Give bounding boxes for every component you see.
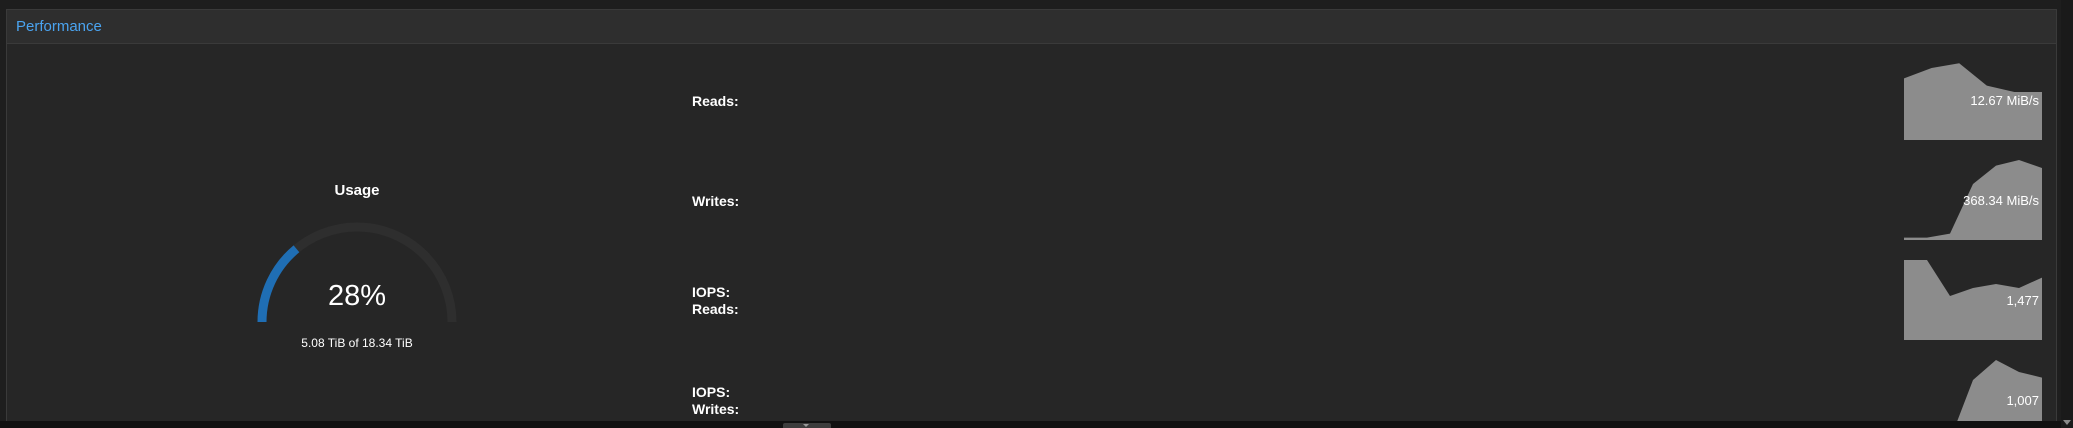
panel-title[interactable]: Performance: [16, 18, 102, 35]
usage-percent: 28%: [327, 280, 387, 312]
chevron-down-icon: [803, 424, 809, 427]
sparkline-writes: 368.34 MiB/s: [1904, 160, 2042, 240]
metric-label-writes: Writes:: [692, 193, 739, 210]
usage-gauge: Usage 28% 5.08 TiB of 18.34 TiB: [237, 170, 477, 370]
metric-label-line: IOPS:: [692, 284, 731, 300]
metric-label-line: IOPS:: [692, 384, 731, 400]
metric-label-line: Reads:: [692, 93, 739, 109]
vertical-scrollbar[interactable]: [2061, 0, 2073, 428]
metric-label-line: Writes:: [692, 193, 740, 209]
metric-value-reads: 12.67 MiB/s: [1970, 93, 2039, 108]
usage-gauge-arc: [257, 222, 457, 323]
sparkline-iops-reads: 1,477: [1904, 260, 2042, 340]
sparkline-reads: 12.67 MiB/s: [1904, 60, 2042, 140]
panel-header: Performance: [7, 10, 2056, 44]
bottom-bar: [0, 421, 2061, 428]
scroll-down-icon[interactable]: [2063, 420, 2071, 425]
metric-label-line: Reads:: [692, 301, 739, 317]
metric-label-line: Writes:: [692, 401, 740, 417]
usage-title: Usage: [334, 182, 380, 199]
performance-panel: Performance Usage 28% 5.08 TiB of 18.34 …: [6, 9, 2057, 428]
usage-detail: 5.08 TiB of 18.34 TiB: [301, 336, 413, 350]
metric-label-reads: Reads:: [692, 93, 739, 110]
metric-value-iops-writes: 1,007: [2006, 393, 2039, 408]
metric-value-iops-reads: 1,477: [2006, 293, 2039, 308]
metric-value-writes: 368.34 MiB/s: [1963, 193, 2039, 208]
metric-label-iops-reads: IOPS: Reads:: [692, 284, 739, 318]
metric-label-iops-writes: IOPS: Writes:: [692, 384, 739, 418]
sparkline-iops-writes: 1,007: [1904, 360, 2042, 428]
